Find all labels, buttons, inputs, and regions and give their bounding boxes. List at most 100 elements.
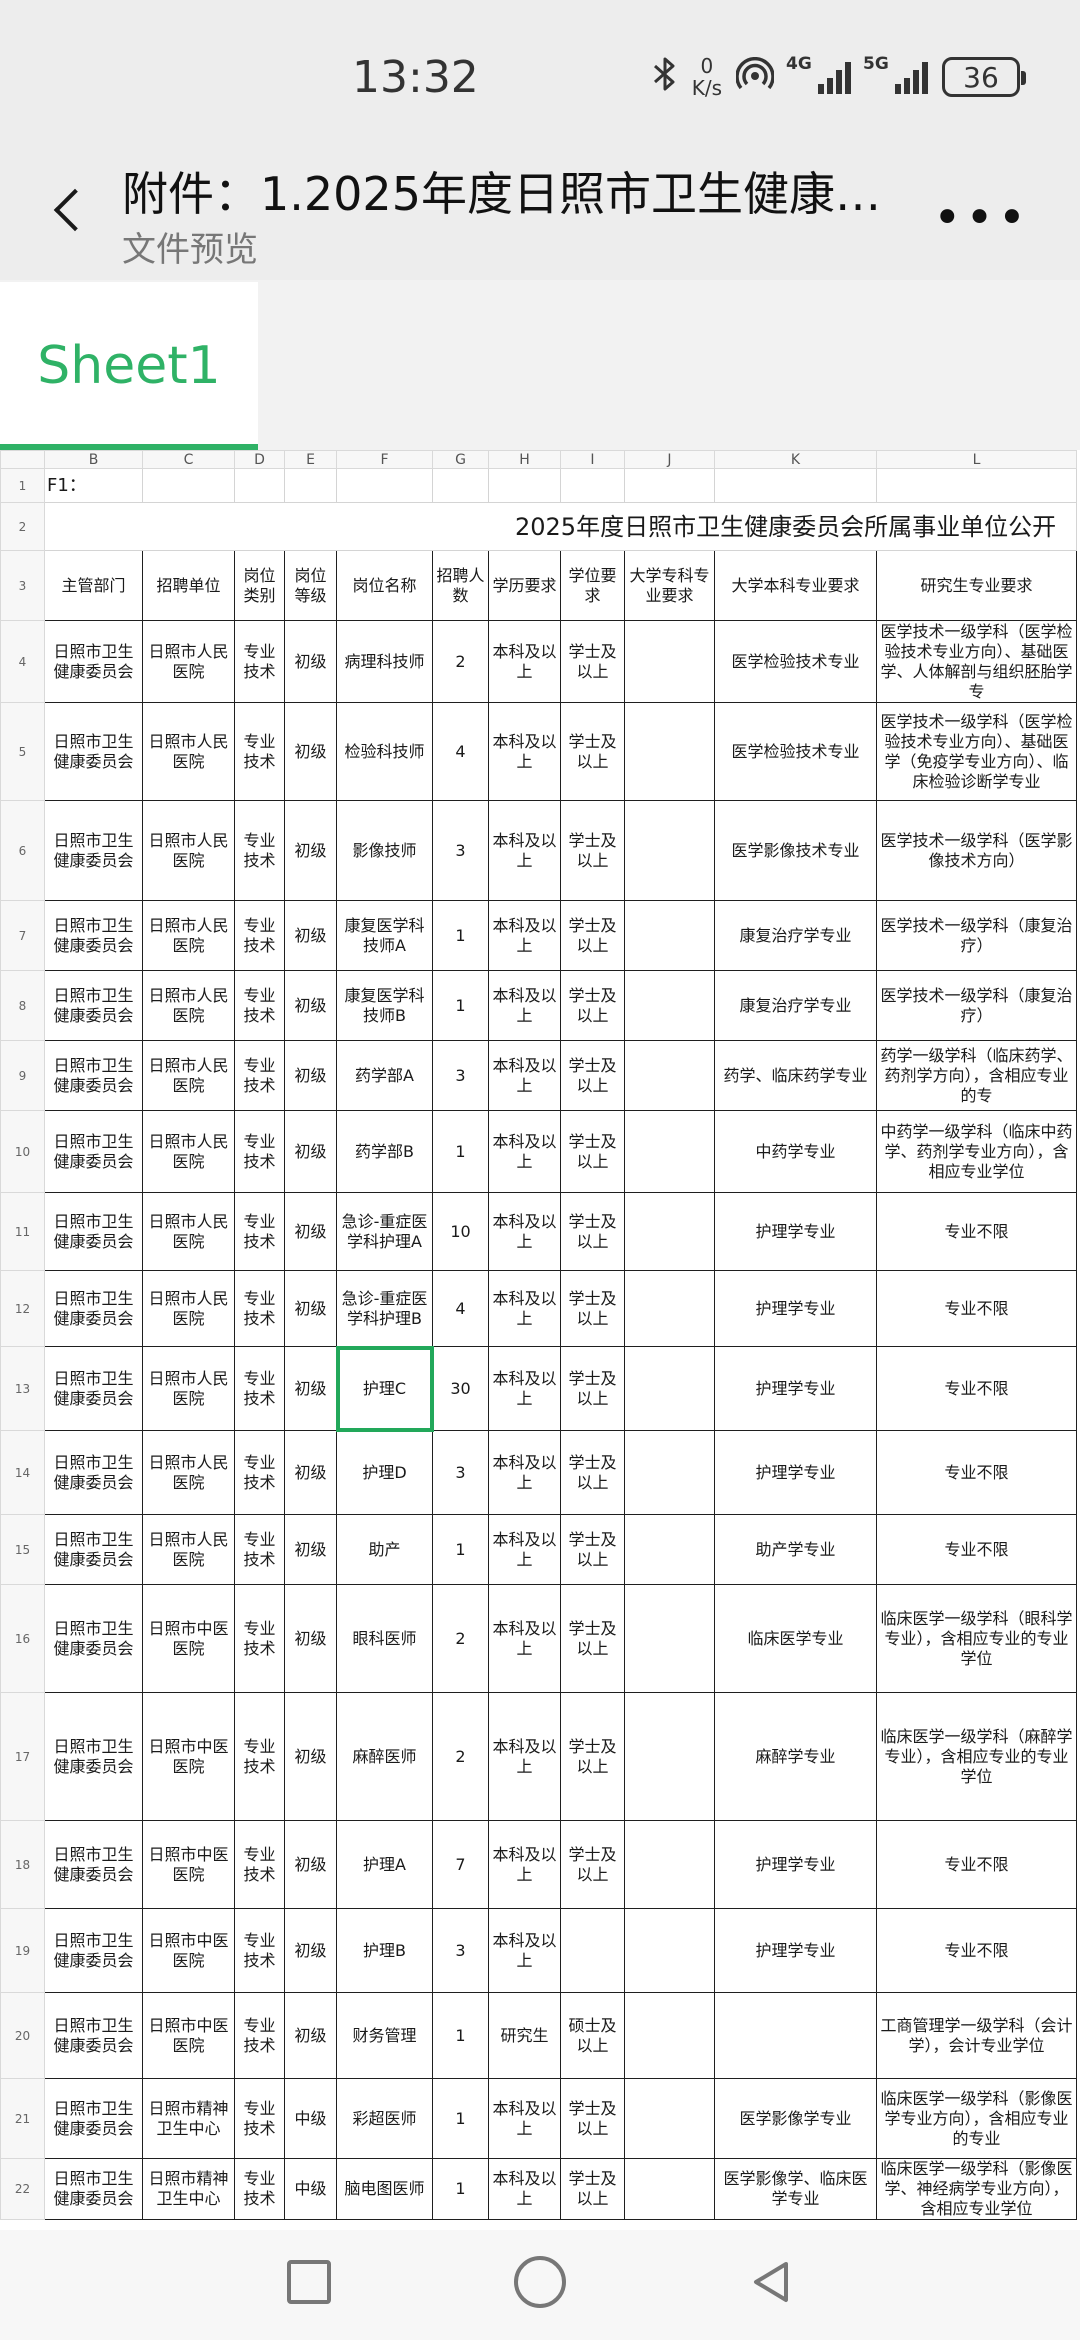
table-cell[interactable]: 日照市卫生健康委员会 xyxy=(44,2078,143,2159)
table-cell[interactable]: 日照市精神卫生中心 xyxy=(142,2158,235,2220)
table-cell[interactable]: 药学一级学科（临床药学、药剂学方向），含相应专业的专 xyxy=(876,1040,1077,1111)
table-cell[interactable] xyxy=(624,800,715,901)
table-cell[interactable]: 药学部A xyxy=(336,1040,433,1111)
table-cell[interactable]: 日照市人民医院 xyxy=(142,900,235,971)
column-header[interactable]: F xyxy=(336,450,433,469)
recent-apps-icon[interactable] xyxy=(287,2260,331,2304)
table-header-cell[interactable]: 研究生专业要求 xyxy=(876,550,1077,621)
table-cell[interactable]: 专业技术 xyxy=(234,1992,285,2079)
table-cell[interactable]: 日照市人民医院 xyxy=(142,620,235,703)
table-cell[interactable]: 专业技术 xyxy=(234,1430,285,1515)
table-cell[interactable]: 日照市卫生健康委员会 xyxy=(44,620,143,703)
row-header[interactable]: 9 xyxy=(0,1040,45,1111)
row-header[interactable]: 3 xyxy=(0,550,45,621)
table-cell[interactable]: 初级 xyxy=(284,1192,337,1271)
table-cell[interactable]: 日照市卫生健康委员会 xyxy=(44,1584,143,1693)
table-cell[interactable]: 专业技术 xyxy=(234,1346,285,1431)
more-options-icon[interactable]: ••• xyxy=(933,190,1030,246)
spreadsheet-grid[interactable]: B C D E F G H I J K L 1 F1： 2 2025年度日照市卫生健康委员会所属事业单位公开… xyxy=(0,450,1077,2220)
table-cell[interactable]: 初级 xyxy=(284,620,337,703)
table-cell[interactable]: 日照市卫生健康委员会 xyxy=(44,1040,143,1111)
table-header-cell[interactable]: 学位要求 xyxy=(560,550,625,621)
table-cell[interactable] xyxy=(624,900,715,971)
table-cell[interactable]: 康复治疗学专业 xyxy=(714,970,877,1041)
table-cell[interactable]: 专业不限 xyxy=(876,1908,1077,1993)
table-cell[interactable]: 日照市人民医院 xyxy=(142,1110,235,1193)
cell[interactable] xyxy=(432,468,489,503)
table-cell[interactable]: 日照市精神卫生中心 xyxy=(142,2078,235,2159)
column-header[interactable]: L xyxy=(876,450,1077,469)
row-header[interactable]: 2 xyxy=(0,502,45,551)
table-cell[interactable]: 2 xyxy=(432,1692,489,1821)
table-cell[interactable]: 康复医学科技师A xyxy=(336,900,433,971)
table-cell[interactable]: 医学技术一级学科（康复治疗） xyxy=(876,970,1077,1041)
table-cell[interactable]: 专业技术 xyxy=(234,2158,285,2220)
table-cell[interactable]: 本科及以上 xyxy=(488,970,561,1041)
table-cell[interactable]: 医学技术一级学科（医学影像技术方向） xyxy=(876,800,1077,901)
row-header[interactable]: 12 xyxy=(0,1270,45,1347)
table-header-cell[interactable]: 学历要求 xyxy=(488,550,561,621)
table-cell[interactable]: 日照市人民医院 xyxy=(142,702,235,801)
table-cell[interactable]: 日照市中医医院 xyxy=(142,1908,235,1993)
table-cell[interactable]: 医学检验技术专业 xyxy=(714,702,877,801)
table-cell[interactable]: 影像技师 xyxy=(336,800,433,901)
cell[interactable] xyxy=(488,468,561,503)
table-cell[interactable] xyxy=(624,970,715,1041)
table-cell[interactable]: 医学技术一级学科（医学检验技术专业方向）、基础医学（免疫学专业方向）、临床检验诊… xyxy=(876,702,1077,801)
cell[interactable] xyxy=(336,468,433,503)
table-cell[interactable]: 本科及以上 xyxy=(488,620,561,703)
column-header[interactable]: B xyxy=(44,450,143,469)
table-cell[interactable]: 初级 xyxy=(284,1820,337,1909)
spreadsheet-view[interactable]: B C D E F G H I J K L 1 F1： 2 2025年度日照市卫生健康委员会所属事业单位公开… xyxy=(0,450,1080,2230)
table-cell[interactable]: 初级 xyxy=(284,1346,337,1431)
table-cell[interactable]: 1 xyxy=(432,1992,489,2079)
table-cell[interactable]: 学士及以上 xyxy=(560,970,625,1041)
table-cell[interactable]: 1 xyxy=(432,2158,489,2220)
table-cell[interactable]: 学士及以上 xyxy=(560,1514,625,1585)
table-cell[interactable]: 初级 xyxy=(284,800,337,901)
table-cell[interactable]: 专业技术 xyxy=(234,1908,285,1993)
table-cell[interactable]: 护理学专业 xyxy=(714,1192,877,1271)
row-header[interactable]: 4 xyxy=(0,620,45,703)
row-header[interactable]: 22 xyxy=(0,2158,45,2220)
table-cell[interactable]: 护理学专业 xyxy=(714,1908,877,1993)
table-cell[interactable]: 本科及以上 xyxy=(488,2158,561,2220)
table-cell[interactable]: 1 xyxy=(432,900,489,971)
table-cell[interactable] xyxy=(624,1346,715,1431)
cell[interactable] xyxy=(714,468,877,503)
cell[interactable] xyxy=(234,468,285,503)
table-cell[interactable]: 专业不限 xyxy=(876,1346,1077,1431)
table-cell[interactable]: 临床医学专业 xyxy=(714,1584,877,1693)
table-cell[interactable]: 日照市人民医院 xyxy=(142,1514,235,1585)
table-cell[interactable]: 急诊-重症医学科护理A xyxy=(336,1192,433,1271)
table-cell[interactable]: 专业不限 xyxy=(876,1514,1077,1585)
table-cell[interactable]: 初级 xyxy=(284,1908,337,1993)
table-cell[interactable]: 研究生 xyxy=(488,1992,561,2079)
table-cell[interactable]: 护理学专业 xyxy=(714,1270,877,1347)
table-cell[interactable]: 中药学一级学科（临床中药学、药剂学专业方向），含相应专业学位 xyxy=(876,1110,1077,1193)
table-cell[interactable]: 临床医学一级学科（麻醉学专业），含相应专业的专业学位 xyxy=(876,1692,1077,1821)
table-cell[interactable]: 初级 xyxy=(284,1430,337,1515)
table-cell[interactable]: 1 xyxy=(432,970,489,1041)
table-cell[interactable]: 初级 xyxy=(284,1270,337,1347)
table-cell[interactable]: 学士及以上 xyxy=(560,1270,625,1347)
table-cell[interactable]: 学士及以上 xyxy=(560,1110,625,1193)
table-cell[interactable]: 学士及以上 xyxy=(560,1040,625,1111)
table-cell[interactable]: 学士及以上 xyxy=(560,702,625,801)
table-cell[interactable] xyxy=(624,1110,715,1193)
table-cell[interactable]: 急诊-重症医学科护理B xyxy=(336,1270,433,1347)
table-cell[interactable]: 专业技术 xyxy=(234,2078,285,2159)
table-cell[interactable]: 本科及以上 xyxy=(488,1908,561,1993)
table-cell[interactable]: 日照市卫生健康委员会 xyxy=(44,1992,143,2079)
table-cell[interactable]: 初级 xyxy=(284,702,337,801)
table-header-cell[interactable]: 岗位类别 xyxy=(234,550,285,621)
table-header-cell[interactable]: 招聘人数 xyxy=(432,550,489,621)
table-cell[interactable]: 护理学专业 xyxy=(714,1346,877,1431)
table-cell[interactable]: 本科及以上 xyxy=(488,2078,561,2159)
table-cell[interactable] xyxy=(624,1908,715,1993)
table-cell[interactable] xyxy=(624,1040,715,1111)
table-cell[interactable] xyxy=(624,1514,715,1585)
cell[interactable] xyxy=(142,468,235,503)
table-cell[interactable] xyxy=(560,1908,625,1993)
table-cell[interactable]: 日照市卫生健康委员会 xyxy=(44,1820,143,1909)
